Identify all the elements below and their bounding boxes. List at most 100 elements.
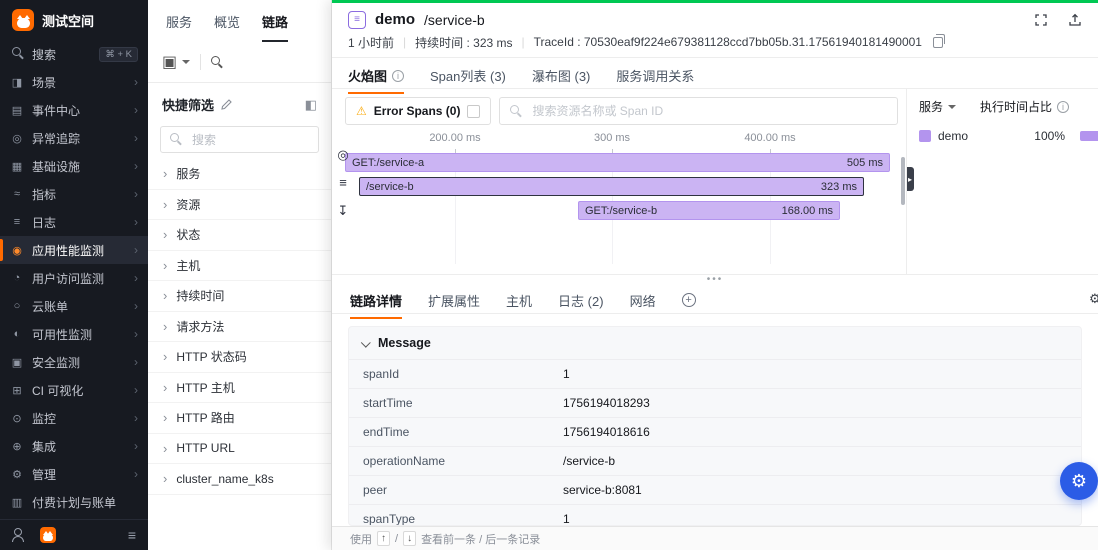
troubleshoot-gear-button[interactable]: ⚙ <box>1060 462 1098 500</box>
field-value: /service-b <box>563 454 615 468</box>
sidebar-item-label: 安全监测 <box>32 354 80 371</box>
span-list-icon[interactable]: ≡ <box>335 175 351 191</box>
tab-trace-detail[interactable]: 链路详情 <box>350 291 402 319</box>
resize-handle[interactable]: ••• <box>332 275 1098 285</box>
tab-extended-attributes[interactable]: 扩展属性 <box>428 291 480 319</box>
collapse-panel-icon[interactable]: ◧ <box>305 97 317 113</box>
chevron-right-icon: › <box>134 272 138 284</box>
chevron-down-icon <box>182 60 190 64</box>
filter-group-http-host[interactable]: ›HTTP 主机 <box>148 373 331 404</box>
tab-label: 火焰图 <box>348 66 387 85</box>
info-icon[interactable]: i <box>392 70 404 82</box>
service-panel-header: 服务 执行时间占比 i <box>919 98 1098 115</box>
clipped-toolbar-icon[interactable]: ⚙ <box>1089 291 1098 307</box>
sidebar-item-exception-tracking[interactable]: ◎异常追踪› <box>0 124 148 152</box>
sidebar-item-monitoring[interactable]: ⊙监控› <box>0 404 148 432</box>
filter-group-service[interactable]: ›服务 <box>148 159 331 190</box>
sidebar-item-logs[interactable]: ≡日志› <box>0 208 148 236</box>
error-spans-toggle[interactable]: ⚠ Error Spans (0) <box>345 97 491 125</box>
add-tab-icon[interactable]: + <box>682 293 696 307</box>
message-section-header[interactable]: Message <box>349 327 1081 359</box>
span-bar-service-a[interactable]: GET:/service-a 505 ms <box>345 153 890 172</box>
error-spans-checkbox[interactable] <box>467 105 480 118</box>
sidebar-item-management[interactable]: ⚙管理› <box>0 460 148 488</box>
filter-toolbar: ▣ <box>148 42 331 83</box>
timeline-tick-label: 200.00 ms <box>429 132 480 144</box>
expand-fullscreen-icon[interactable] <box>1034 13 1048 27</box>
filter-group-cluster-name[interactable]: ›cluster_name_k8s <box>148 464 331 495</box>
main-sidebar: 测试空间 搜索 ⌘ + K ◨场景› ▤事件中心› ◎异常追踪› ▦基础设施› … <box>0 0 148 550</box>
quick-filter-search-input[interactable] <box>190 132 309 148</box>
service-time-panel: ▸ 服务 执行时间占比 i demo 100% <box>906 89 1098 274</box>
collapse-menu-icon[interactable]: ≡ <box>128 528 136 542</box>
workspace-header[interactable]: 测试空间 <box>0 0 148 38</box>
filter-group-http-status[interactable]: ›HTTP 状态码 <box>148 342 331 373</box>
filter-group-http-url[interactable]: ›HTTP URL <box>148 434 331 465</box>
user-avatar-icon[interactable] <box>12 528 26 542</box>
sidebar-item-event-center[interactable]: ▤事件中心› <box>0 96 148 124</box>
filter-group-resource[interactable]: ›资源 <box>148 190 331 221</box>
filter-group-method[interactable]: ›请求方法 <box>148 312 331 343</box>
sidebar-item-apm[interactable]: ◉应用性能监测› <box>0 236 148 264</box>
workspace-name: 测试空间 <box>42 11 94 30</box>
trace-detail-drawer: ≡ demo /service-b 1 小时前 | 持续时间 : 323 ms … <box>332 0 1098 550</box>
service-ratio-row[interactable]: demo 100% <box>919 129 1098 143</box>
sidebar-item-rum[interactable]: ◔用户访问监测› <box>0 264 148 292</box>
integration-icon: ⊕ <box>10 440 24 453</box>
copy-icon[interactable] <box>933 37 943 48</box>
tab-host[interactable]: 主机 <box>506 291 532 319</box>
view-selector[interactable]: ▣ <box>162 52 190 72</box>
sidebar-item-availability[interactable]: ◐可用性监测› <box>0 320 148 348</box>
span-row: GET:/service-a 505 ms <box>345 153 898 172</box>
chevron-right-icon: › <box>163 411 167 424</box>
tab-logs[interactable]: 日志 (2) <box>558 291 604 319</box>
sidebar-item-infrastructure[interactable]: ▦基础设施› <box>0 152 148 180</box>
sidebar-item-ci-visualization[interactable]: ⊞CI 可视化› <box>0 376 148 404</box>
sidebar-item-integration[interactable]: ⊕集成› <box>0 432 148 460</box>
span-search-input[interactable] <box>530 103 887 119</box>
sidebar-item-scenes[interactable]: ◨场景› <box>0 68 148 96</box>
field-key: spanType <box>363 512 563 526</box>
field-key: peer <box>363 483 563 497</box>
search-shortcut-badge: ⌘ + K <box>99 47 138 62</box>
chevron-right-icon: › <box>134 412 138 424</box>
service-dropdown[interactable]: 服务 <box>919 98 943 115</box>
tab-services[interactable]: 服务 <box>166 12 192 42</box>
span-bar-get-service-b[interactable]: GET:/service-b 168.00 ms <box>578 201 840 220</box>
span-bar-service-b-selected[interactable]: /service-b 323 ms <box>359 177 864 196</box>
quick-filter-search[interactable] <box>160 126 319 153</box>
search-icon[interactable] <box>211 56 224 69</box>
sidebar-item-search[interactable]: 搜索 ⌘ + K <box>0 40 148 68</box>
locate-span-icon[interactable]: ◎ <box>335 147 351 163</box>
span-search-box[interactable] <box>499 97 898 125</box>
tab-label: 服务调用关系 <box>616 66 694 85</box>
edit-pencil-icon[interactable] <box>221 99 232 110</box>
sidebar-item-cloud-billing[interactable]: ○云账单› <box>0 292 148 320</box>
field-row-spantype: spanType1 <box>349 504 1081 526</box>
sidebar-item-payment-billing[interactable]: ▥付费计划与账单 <box>0 488 148 516</box>
filter-group-status[interactable]: ›状态 <box>148 220 331 251</box>
panel-collapse-handle[interactable]: ▸ <box>906 167 914 191</box>
flame-timeline-axis: 200.00 ms 300 ms 400.00 ms <box>345 129 898 153</box>
trace-duration: 持续时间 : 323 ms <box>415 34 512 51</box>
tab-network[interactable]: 网络 <box>630 291 656 319</box>
collapse-all-icon[interactable]: ↧ <box>335 203 351 219</box>
tab-label: 网络 <box>630 291 656 310</box>
flashcat-mini-icon[interactable] <box>40 527 56 543</box>
vertical-scrollbar[interactable] <box>901 157 905 205</box>
export-icon[interactable] <box>1068 13 1082 27</box>
info-icon[interactable]: i <box>1057 101 1069 113</box>
filter-group-host[interactable]: ›主机 <box>148 251 331 282</box>
flame-graph-area: ⚠ Error Spans (0) 200.00 ms 300 ms 400.0… <box>332 89 906 274</box>
sidebar-item-security[interactable]: ▣安全监测› <box>0 348 148 376</box>
availability-icon: ◐ <box>10 328 24 340</box>
sidebar-item-metrics[interactable]: ≈指标› <box>0 180 148 208</box>
tab-traces[interactable]: 链路 <box>262 12 288 42</box>
field-value: 1756194018293 <box>563 396 650 410</box>
filter-group-http-route[interactable]: ›HTTP 路由 <box>148 403 331 434</box>
sidebar-item-label: 指标 <box>32 186 56 203</box>
span-duration: 505 ms <box>847 157 883 169</box>
field-value: 1756194018616 <box>563 425 650 439</box>
filter-group-duration[interactable]: ›持续时间 <box>148 281 331 312</box>
tab-overview[interactable]: 概览 <box>214 12 240 42</box>
